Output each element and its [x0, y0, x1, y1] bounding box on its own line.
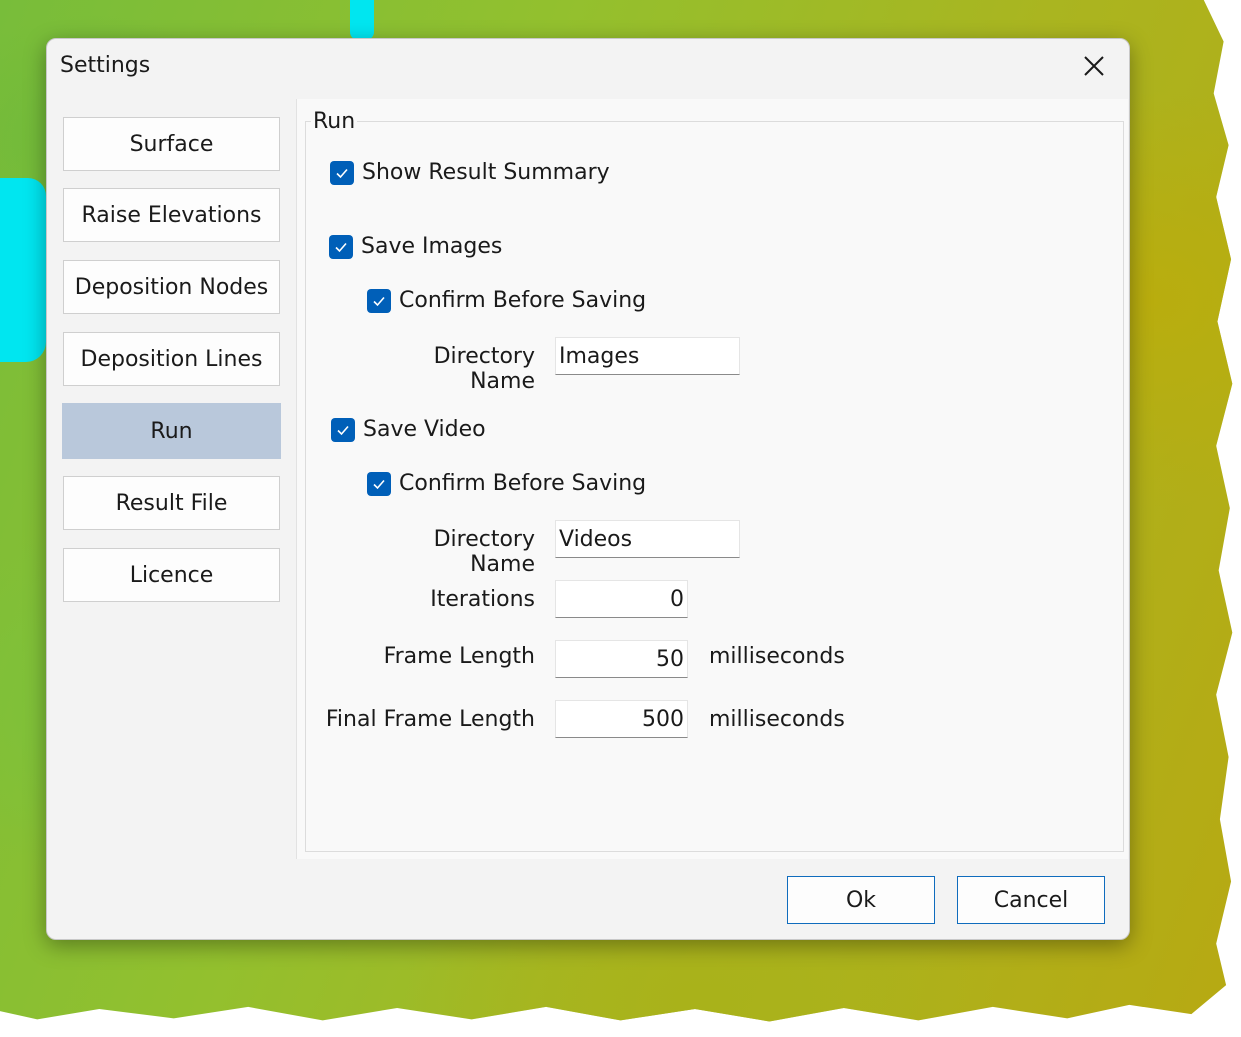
- video-confirm-checkbox[interactable]: Confirm Before Saving: [367, 471, 646, 496]
- save-images-checkbox[interactable]: Save Images: [329, 234, 502, 259]
- settings-dialog: Settings Surface Raise Elevations Deposi…: [46, 38, 1130, 940]
- sidebar-item-label: Result File: [115, 490, 228, 516]
- checkbox-label: Save Video: [363, 417, 486, 442]
- checkmark-icon: [367, 471, 391, 496]
- sidebar-item-surface[interactable]: Surface: [63, 117, 280, 171]
- frame-length-input[interactable]: [555, 640, 688, 678]
- frame-length-label: Frame Length: [383, 644, 535, 669]
- checkbox-label: Show Result Summary: [362, 160, 610, 185]
- sidebar-item-label: Run: [150, 418, 193, 444]
- frame-length-unit: milliseconds: [709, 644, 845, 669]
- sidebar-item-result-file[interactable]: Result File: [63, 476, 280, 530]
- checkmark-icon: [331, 417, 355, 442]
- checkmark-icon: [367, 288, 391, 313]
- cancel-button[interactable]: Cancel: [957, 876, 1105, 924]
- close-icon: [1084, 56, 1104, 76]
- water-region: [0, 178, 46, 362]
- video-directory-input[interactable]: [555, 520, 740, 558]
- video-directory-label: Directory Name: [433, 527, 535, 577]
- images-directory-input[interactable]: [555, 337, 740, 375]
- run-settings-panel: Run Show Result Summary Save Images Conf…: [296, 99, 1128, 859]
- sidebar-item-raise-elevations[interactable]: Raise Elevations: [63, 188, 280, 242]
- sidebar-item-label: Raise Elevations: [81, 202, 262, 228]
- sidebar-item-label: Licence: [129, 562, 214, 588]
- show-result-summary-checkbox[interactable]: Show Result Summary: [330, 160, 610, 185]
- final-frame-length-label: Final Frame Length: [325, 707, 535, 732]
- images-confirm-checkbox[interactable]: Confirm Before Saving: [367, 288, 646, 313]
- iterations-label: Iterations: [430, 587, 535, 612]
- water-region: [350, 0, 374, 40]
- checkmark-icon: [330, 160, 354, 185]
- final-frame-length-unit: milliseconds: [709, 707, 845, 732]
- sidebar-item-label: Surface: [129, 131, 214, 157]
- checkbox-label: Confirm Before Saving: [399, 288, 647, 313]
- sidebar-item-deposition-nodes[interactable]: Deposition Nodes: [63, 260, 280, 314]
- checkbox-label: Save Images: [361, 234, 503, 259]
- save-video-checkbox[interactable]: Save Video: [331, 417, 486, 442]
- sidebar-item-licence[interactable]: Licence: [63, 548, 280, 602]
- close-button[interactable]: [1079, 51, 1109, 81]
- final-frame-length-input[interactable]: [555, 700, 688, 738]
- ok-button[interactable]: Ok: [787, 876, 935, 924]
- dialog-title: Settings: [60, 53, 151, 78]
- images-directory-label: Directory Name: [433, 344, 535, 394]
- iterations-input[interactable]: [555, 580, 688, 618]
- checkbox-label: Confirm Before Saving: [399, 471, 647, 496]
- sidebar-item-label: Deposition Nodes: [74, 274, 269, 300]
- sidebar-item-label: Deposition Lines: [80, 346, 263, 372]
- checkmark-icon: [329, 234, 353, 259]
- sidebar-item-run[interactable]: Run: [62, 403, 281, 459]
- group-title: Run: [311, 109, 358, 134]
- sidebar-item-deposition-lines[interactable]: Deposition Lines: [63, 332, 280, 386]
